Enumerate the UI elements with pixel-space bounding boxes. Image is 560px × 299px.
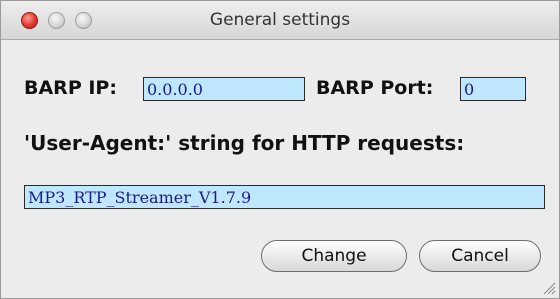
barp-port-field[interactable] [460,77,526,101]
barp-ip-field[interactable] [143,77,305,101]
user-agent-field[interactable] [24,185,545,209]
title-bar[interactable]: General settings [1,1,559,40]
window-title: General settings [209,10,351,30]
settings-dialog: General settings BARP IP: BARP Port: 'Us… [0,0,560,299]
change-button[interactable]: Change [261,240,407,272]
resize-grip-icon[interactable] [542,281,556,295]
barp-port-label: BARP Port: [316,77,434,99]
barp-ip-label: BARP IP: [24,77,117,99]
cancel-button[interactable]: Cancel [419,240,541,272]
user-agent-label: 'User-Agent:' string for HTTP requests: [24,131,465,155]
